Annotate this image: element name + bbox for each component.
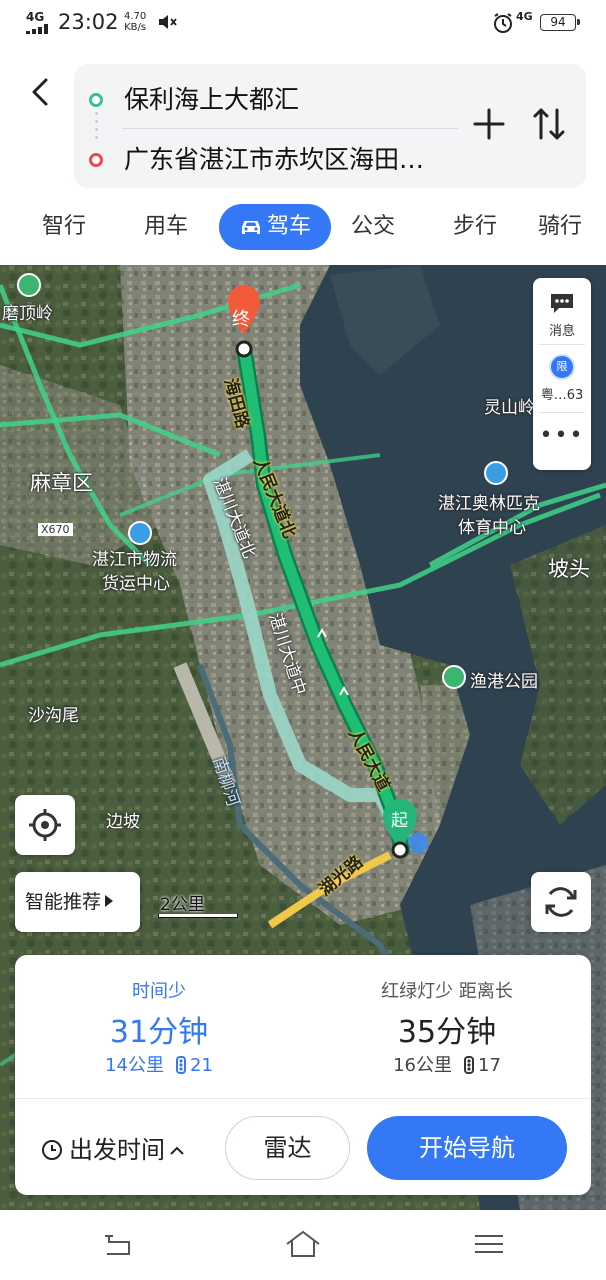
scale-bar — [158, 914, 238, 918]
map-side-panel: 消息 限 粤…63 ••• — [533, 278, 591, 470]
back-nav-icon[interactable] — [99, 1228, 135, 1260]
network-speed: 4.70 KB/s — [124, 11, 146, 33]
tab-label: 智行 — [41, 214, 86, 239]
tab-label: 步行 — [452, 214, 497, 239]
map-label-shagou: 沙沟尾 — [28, 706, 79, 726]
swap-route-icon[interactable] — [529, 104, 569, 144]
route-distance: 16公里 — [393, 1055, 452, 1076]
add-waypoint-icon[interactable] — [469, 104, 509, 144]
crosshair-icon — [29, 809, 61, 841]
speed-value: 4.70 — [124, 11, 147, 22]
map-label-olympic1: 湛江奥林匹克 — [438, 494, 540, 514]
more-options-icon[interactable]: ••• — [533, 425, 591, 447]
map-label-wuliu1: 湛江市物流 — [92, 550, 177, 570]
back-icon[interactable] — [22, 70, 62, 114]
route-tag: 时间少 — [132, 981, 186, 1002]
tab-label: 用车 — [143, 214, 188, 239]
tab-label: 公交 — [350, 214, 395, 239]
park-poi-icon — [442, 665, 466, 689]
car-icon — [241, 221, 260, 234]
caret-right-icon — [105, 895, 114, 907]
traffic-light-count: 21 — [190, 1055, 213, 1076]
tab-smart[interactable]: 智行 — [24, 204, 104, 250]
mute-icon — [159, 15, 177, 29]
smart-recommend-button[interactable]: 智能推荐 — [15, 872, 140, 932]
start-location-field[interactable]: 保利海上大都汇 — [74, 68, 454, 124]
start-location-text: 保利海上大都汇 — [124, 85, 300, 114]
route-meta: 14公里 21 — [15, 1051, 303, 1077]
departure-time-label: 出发时间 — [69, 1136, 165, 1164]
map-label-bianpo: 边坡 — [106, 812, 140, 832]
route-options-card: 时间少 31分钟 14公里 21 红绿灯少 距离长 35分钟 16公里 17 出发时… — [15, 955, 591, 1195]
tab-drive[interactable]: 驾车 — [219, 204, 331, 250]
travel-mode-tabs: 智行 用车 驾车 公交 步行 骑行 — [0, 204, 606, 252]
route-duration: 35分钟 — [397, 1015, 497, 1050]
map-label-potou: 坡头 — [548, 557, 590, 581]
traffic-light-icon — [176, 1056, 186, 1074]
start-navigation-button[interactable]: 开始导航 — [367, 1116, 567, 1180]
map-label-moding: 磨顶岭 — [2, 304, 53, 324]
tab-walk[interactable]: 步行 — [435, 204, 515, 250]
smart-recommend-label: 智能推荐 — [25, 891, 102, 913]
route-input-box: 保利海上大都汇 广东省湛江市赤坎区海田… — [74, 64, 586, 188]
end-dot-icon — [89, 153, 103, 167]
route-duration: 31分钟 — [109, 1015, 209, 1050]
tab-transit[interactable]: 公交 — [333, 204, 413, 250]
map-label-mazhang: 麻章区 — [30, 471, 93, 495]
route-option-fewer-lights[interactable]: 红绿灯少 距离长 35分钟 16公里 17 — [303, 955, 591, 1095]
map-label-yugang: 渔港公园 — [470, 672, 538, 692]
truck-poi-icon — [128, 521, 152, 545]
refresh-icon — [545, 887, 577, 917]
traffic-light-count: 17 — [478, 1055, 501, 1076]
stadium-poi-icon — [484, 461, 508, 485]
mountain-poi-icon — [17, 273, 41, 297]
signal-icon — [26, 24, 50, 34]
map-label-x670: X670 — [38, 523, 73, 536]
plate-restriction-label[interactable]: 粤…63 — [533, 384, 591, 403]
card-divider — [15, 1098, 591, 1099]
chevron-up-icon — [170, 1146, 184, 1155]
system-navigation-bar — [0, 1210, 606, 1280]
network-type: 4G — [26, 10, 45, 24]
tab-car-hailing[interactable]: 用车 — [126, 204, 206, 250]
route-meta: 16公里 17 — [303, 1051, 591, 1077]
refresh-route-button[interactable] — [531, 872, 591, 932]
alarm-icon — [494, 13, 512, 33]
route-option-fastest[interactable]: 时间少 31分钟 14公里 21 — [15, 955, 303, 1095]
map-label-olympic2: 体育中心 — [458, 518, 526, 538]
radar-button[interactable]: 雷达 — [225, 1116, 350, 1180]
tab-label: 骑行 — [538, 214, 583, 239]
panel-divider — [539, 412, 585, 413]
home-nav-icon[interactable] — [285, 1228, 321, 1260]
start-dot-icon — [89, 93, 103, 107]
route-tag: 红绿灯少 距离长 — [381, 981, 513, 1002]
locate-me-button[interactable] — [15, 795, 75, 855]
map-scale: 2公里 — [158, 890, 240, 918]
clock: 23:02 — [58, 10, 119, 34]
message-icon[interactable] — [549, 292, 575, 314]
clock-icon — [42, 1140, 62, 1160]
status-bar: 4G 23:02 4.70 KB/s 4G 94 — [0, 0, 606, 48]
menu-nav-icon[interactable] — [471, 1228, 507, 1260]
message-label[interactable]: 消息 — [533, 320, 591, 339]
panel-divider — [539, 344, 585, 345]
tab-bike[interactable]: 骑行 — [538, 204, 606, 250]
speed-unit: KB/s — [124, 22, 147, 33]
end-location-field[interactable]: 广东省湛江市赤坎区海田… — [74, 128, 454, 184]
traffic-light-icon — [464, 1056, 474, 1074]
map-label-wuliu2: 货运中心 — [102, 574, 170, 594]
scale-label: 2公里 — [160, 895, 205, 915]
map-label-lingshan: 灵山岭 — [484, 398, 535, 418]
tab-label: 驾车 — [266, 214, 311, 239]
start-marker-label: 起 — [391, 811, 408, 831]
network-type-2: 4G — [516, 10, 533, 23]
departure-time-button[interactable]: 出发时间 — [41, 1130, 191, 1165]
battery-icon: 94 — [540, 14, 580, 31]
route-distance: 14公里 — [105, 1055, 164, 1076]
end-marker-label: 终 — [232, 309, 250, 330]
traffic-restriction-icon[interactable]: 限 — [549, 354, 575, 380]
end-location-text: 广东省湛江市赤坎区海田… — [124, 145, 425, 174]
